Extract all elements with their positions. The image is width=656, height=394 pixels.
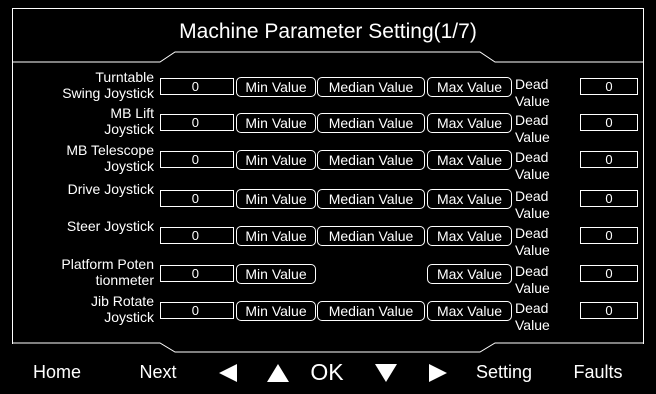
dead-value-box[interactable]: 0 bbox=[580, 151, 638, 168]
dead-value-label: Dead Value bbox=[515, 112, 550, 145]
dead-value-box[interactable]: 0 bbox=[580, 302, 638, 319]
dead-value-box[interactable]: 0 bbox=[580, 227, 638, 244]
up-triangle-icon bbox=[267, 364, 289, 382]
median-value-button[interactable]: Median Value bbox=[317, 150, 425, 170]
screen: Machine Parameter Setting(1/7) Turntable… bbox=[0, 0, 656, 394]
min-value-button[interactable]: Min Value bbox=[236, 77, 316, 97]
dead-value-label: Dead Value bbox=[515, 225, 550, 258]
dead-value-box[interactable]: 0 bbox=[580, 78, 638, 95]
down-triangle-icon bbox=[375, 364, 397, 382]
max-value-button[interactable]: Max Value bbox=[427, 264, 512, 284]
dead-value-box[interactable]: 0 bbox=[580, 190, 638, 207]
row-label: Drive Joystick bbox=[67, 181, 154, 197]
max-value-button[interactable]: Max Value bbox=[427, 301, 512, 321]
dead-value-label: Dead Value bbox=[515, 149, 550, 182]
min-value-button[interactable]: Min Value bbox=[236, 113, 316, 133]
dead-value-label: Dead Value bbox=[515, 300, 550, 333]
max-value-button[interactable]: Max Value bbox=[427, 150, 512, 170]
value-box[interactable]: 0 bbox=[160, 151, 234, 168]
median-value-button[interactable]: Median Value bbox=[317, 189, 425, 209]
dead-value-box[interactable]: 0 bbox=[580, 114, 638, 131]
min-value-button[interactable]: Min Value bbox=[236, 301, 316, 321]
value-box[interactable]: 0 bbox=[160, 265, 234, 282]
min-value-button[interactable]: Min Value bbox=[236, 189, 316, 209]
down-arrow-button[interactable] bbox=[370, 352, 402, 392]
max-value-button[interactable]: Max Value bbox=[427, 113, 512, 133]
home-button[interactable]: Home bbox=[22, 352, 92, 392]
up-arrow-button[interactable] bbox=[262, 352, 294, 392]
setting-button[interactable]: Setting bbox=[466, 352, 542, 392]
dead-value-label: Dead Value bbox=[515, 263, 550, 296]
row-label: Steer Joystick bbox=[66, 218, 154, 234]
row-label: Platform Poten tionmeter bbox=[61, 256, 154, 288]
row-label: Turntable Swing Joystick bbox=[62, 69, 154, 101]
value-box[interactable]: 0 bbox=[160, 190, 234, 207]
max-value-button[interactable]: Max Value bbox=[427, 77, 512, 97]
median-value-button[interactable]: Median Value bbox=[317, 113, 425, 133]
min-value-button[interactable]: Min Value bbox=[236, 226, 316, 246]
row-label: Jib Rotate Joystick bbox=[90, 293, 154, 325]
right-triangle-icon bbox=[429, 364, 447, 382]
max-value-button[interactable]: Max Value bbox=[427, 226, 512, 246]
dead-value-label: Dead Value bbox=[515, 76, 550, 109]
dead-value-label: Dead Value bbox=[515, 188, 550, 221]
value-box[interactable]: 0 bbox=[160, 114, 234, 131]
value-box[interactable]: 0 bbox=[160, 78, 234, 95]
left-arrow-button[interactable] bbox=[212, 352, 244, 392]
ok-button[interactable]: OK bbox=[304, 352, 350, 392]
right-arrow-button[interactable] bbox=[424, 352, 452, 392]
left-triangle-icon bbox=[219, 364, 237, 382]
dead-value-box[interactable]: 0 bbox=[580, 265, 638, 282]
median-value-button[interactable]: Median Value bbox=[317, 77, 425, 97]
row-label: MB Lift Joystick bbox=[104, 105, 154, 137]
row-label: MB Telescope Joystick bbox=[66, 142, 154, 174]
median-value-button[interactable]: Median Value bbox=[317, 301, 425, 321]
faults-button[interactable]: Faults bbox=[560, 352, 636, 392]
next-button[interactable]: Next bbox=[128, 352, 188, 392]
median-value-button[interactable]: Median Value bbox=[317, 226, 425, 246]
value-box[interactable]: 0 bbox=[160, 227, 234, 244]
min-value-button[interactable]: Min Value bbox=[236, 264, 316, 284]
max-value-button[interactable]: Max Value bbox=[427, 189, 512, 209]
value-box[interactable]: 0 bbox=[160, 302, 234, 319]
min-value-button[interactable]: Min Value bbox=[236, 150, 316, 170]
